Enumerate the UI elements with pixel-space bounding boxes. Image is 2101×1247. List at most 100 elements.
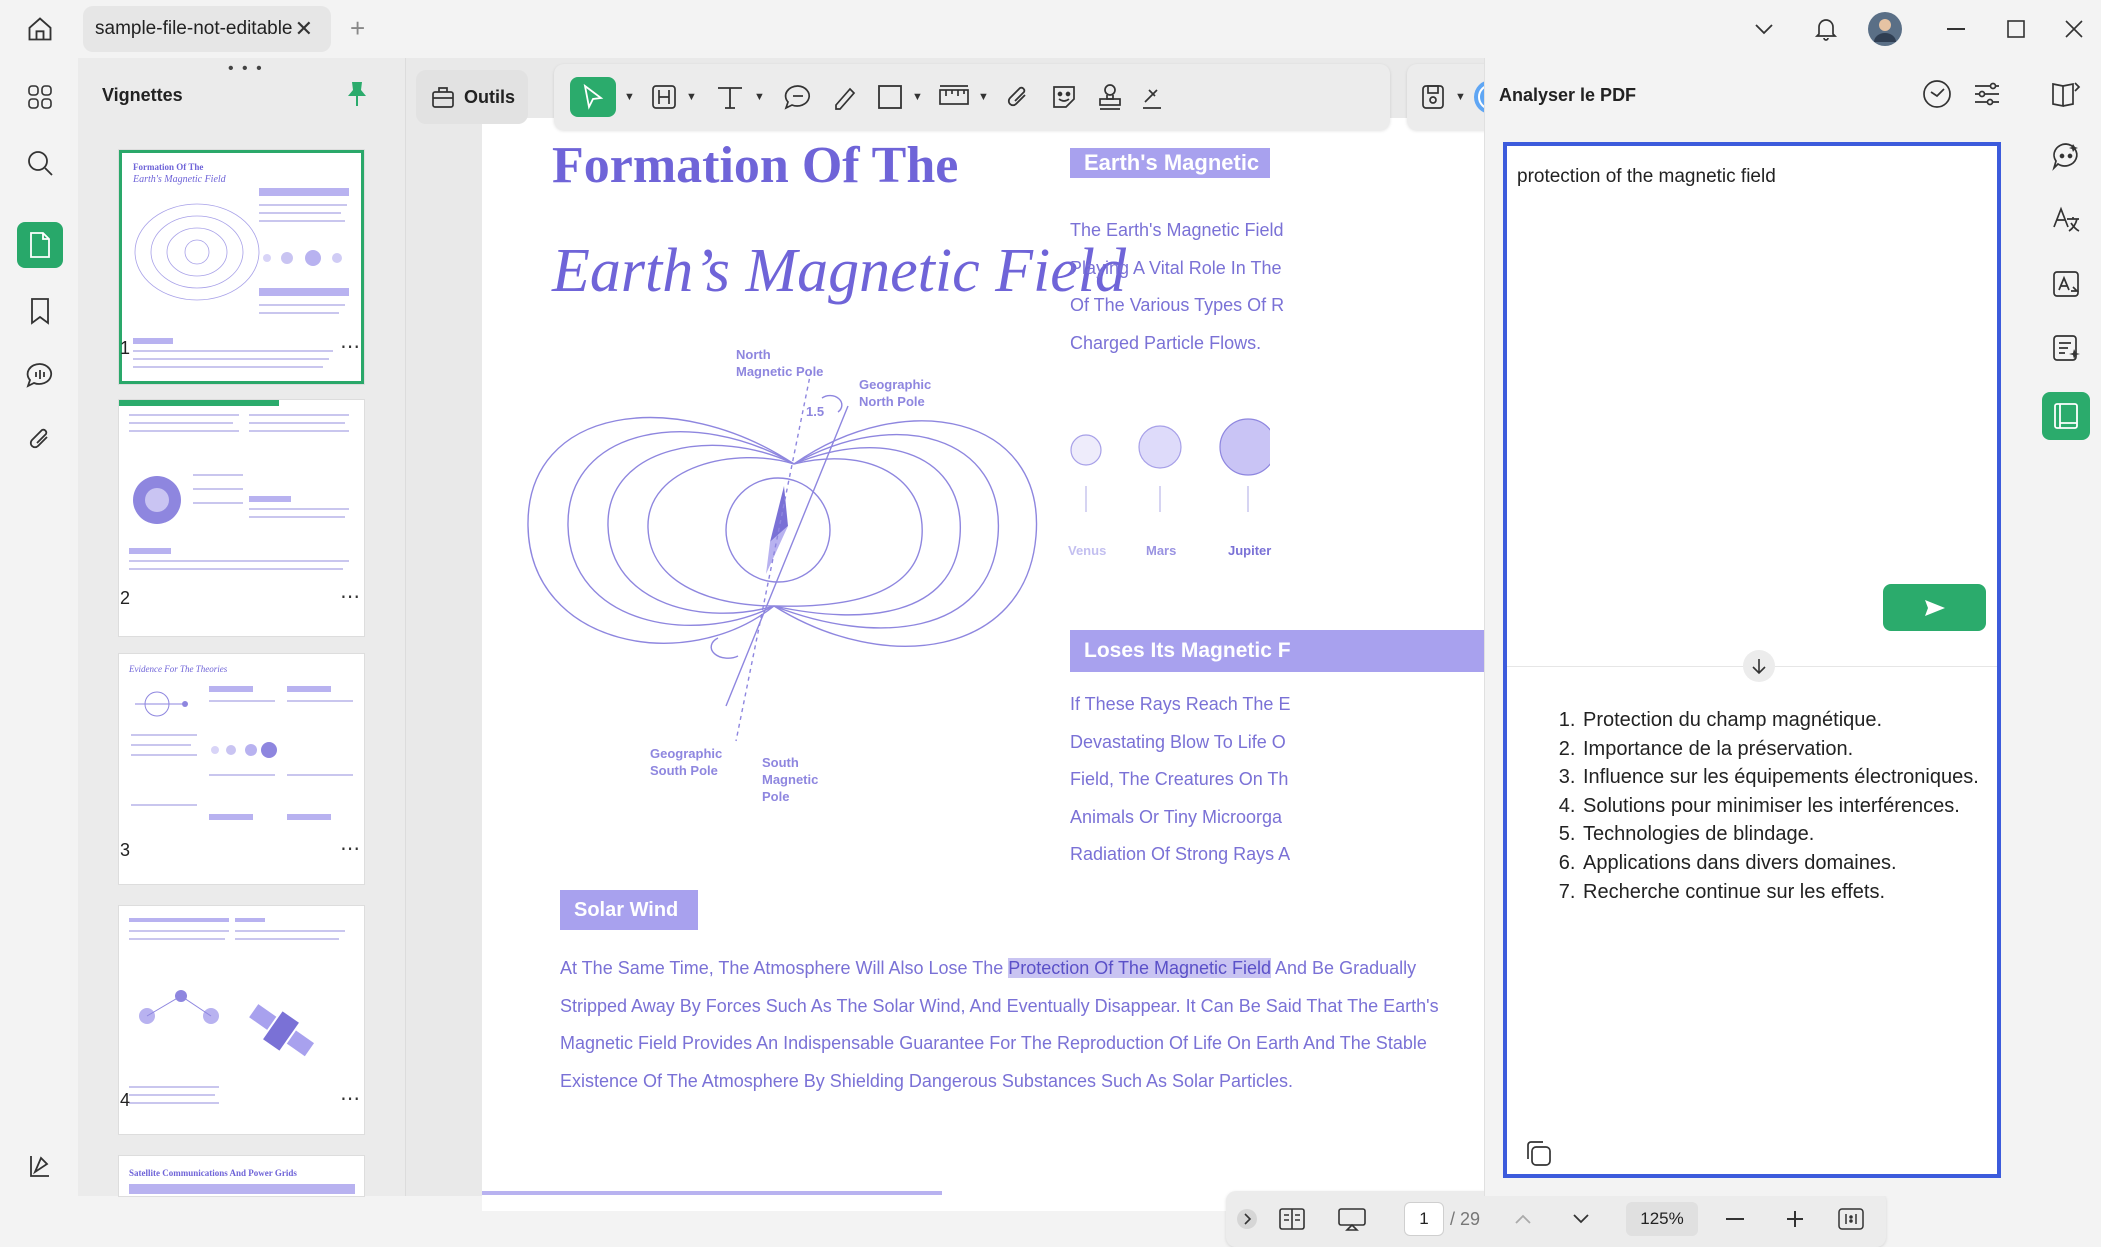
thumbnail-page-3[interactable]: Evidence For The Theories <box>119 654 364 884</box>
thumb-more-icon[interactable]: ⋯ <box>340 334 361 359</box>
highlighted-text[interactable]: Protection Of The Magnetic Field <box>1008 958 1272 978</box>
settings-sliders-icon[interactable] <box>1973 80 2001 113</box>
next-page-icon[interactable] <box>1566 1203 1596 1235</box>
page-heading: Formation Of The <box>552 137 959 194</box>
signature-tool-icon[interactable] <box>1138 77 1166 117</box>
new-tab-button[interactable]: + <box>350 13 365 44</box>
sticker-tool-icon[interactable] <box>1046 77 1082 117</box>
zoom-in-icon[interactable] <box>1780 1203 1810 1235</box>
section-title-solar-wind: Solar Wind <box>560 890 698 930</box>
pages-icon[interactable] <box>17 222 63 268</box>
rectangle-tool-caret[interactable]: ▼ <box>908 77 923 117</box>
comment-icon[interactable] <box>17 352 63 398</box>
result-item: Recherche continue sur les effets. <box>1581 878 1979 907</box>
bell-icon[interactable] <box>1808 12 1844 46</box>
panel-drag-handle[interactable]: • • • <box>228 60 264 78</box>
analysis-box: protection of the magnetic field Protect… <box>1503 142 2001 1178</box>
toolbox-icon <box>432 87 454 108</box>
theme-icon[interactable] <box>17 1142 63 1188</box>
select-tool-icon[interactable] <box>570 77 616 117</box>
left-rail <box>0 58 78 1196</box>
query-input[interactable]: protection of the magnetic field <box>1517 166 1776 188</box>
save-tool-icon[interactable] <box>1415 77 1451 117</box>
planet-label-mars: Mars <box>1146 543 1177 558</box>
thumbnail-page-1[interactable]: Formation Of The Earth's Magnetic Field <box>119 150 364 384</box>
thumb-title: Satellite Communications And Power Grids <box>129 1168 297 1178</box>
text-tool-icon[interactable] <box>710 77 750 117</box>
send-button[interactable] <box>1883 584 1986 631</box>
page-subheading: Earth’s Magnetic Field <box>552 237 1126 305</box>
tools-button[interactable]: Outils <box>416 70 528 124</box>
zoom-level[interactable]: 125% <box>1626 1202 1698 1236</box>
magnetic-field-diagram <box>527 370 1038 742</box>
grid-icon[interactable] <box>17 74 63 120</box>
thumb-page-number: 2 <box>120 588 131 608</box>
previous-page-icon[interactable] <box>1508 1203 1538 1235</box>
thumb-subtitle: Earth's Magnetic Field <box>133 174 226 185</box>
attach-tool-icon[interactable] <box>1000 77 1036 117</box>
panel-title: Analyser le PDF <box>1499 85 1637 105</box>
history-icon[interactable] <box>1921 78 1953 115</box>
title-bar: sample-file-not-editable ✕ + <box>0 0 2101 58</box>
translate-icon[interactable] <box>2042 196 2090 244</box>
collapse-nav-icon[interactable] <box>1234 1203 1260 1235</box>
thumb-title: Formation Of The <box>133 162 204 172</box>
ocr-icon[interactable] <box>2042 260 2090 308</box>
analysis-results: Protection du champ magnétique. Importan… <box>1581 706 1979 906</box>
zoom-out-icon[interactable] <box>1720 1203 1750 1235</box>
actual-size-icon[interactable] <box>1834 1203 1868 1235</box>
planet-label-jupiter: Jupiter <box>1228 543 1272 558</box>
pdf-page: Formation Of The Earth’s Magnetic Field … <box>482 118 1484 1158</box>
highlight-tool-icon[interactable] <box>646 77 682 117</box>
text-tool-caret[interactable]: ▼ <box>750 77 765 117</box>
page-number-input[interactable]: 1 <box>1404 1202 1444 1236</box>
measure-tool-caret[interactable]: ▼ <box>974 77 989 117</box>
save-tool-caret[interactable]: ▼ <box>1451 77 1466 117</box>
comment-tool-icon[interactable] <box>780 77 816 117</box>
result-item: Protection du champ magnétique. <box>1581 706 1979 735</box>
annotation-toolbar: ▼ ▼ ▼ ▼ ▼ <box>554 64 1390 130</box>
thumbnail-page-5[interactable]: Satellite Communications And Power Grids <box>119 1156 364 1196</box>
label-north-magnetic-pole: North Magnetic Pole <box>736 347 824 379</box>
analyze-pdf-panel: Analyser le PDF protection of the magnet… <box>1484 58 2037 1196</box>
thumb-more-icon[interactable]: ⋯ <box>340 584 361 609</box>
solar-wind-paragraph: At The Same Time, The Atmosphere Will Al… <box>560 950 1440 1100</box>
rectangle-tool-icon[interactable] <box>872 77 908 117</box>
search-icon[interactable] <box>17 140 63 186</box>
result-item: Solutions pour minimiser les interférenc… <box>1581 792 1979 821</box>
analyze-pdf-icon[interactable] <box>2042 392 2090 440</box>
thumbnail-page-4[interactable] <box>119 906 364 1134</box>
text-run: At The Same Time, The Atmosphere Will Al… <box>560 958 1009 978</box>
ai-chat-icon[interactable] <box>2042 132 2090 180</box>
stamp-tool-icon[interactable] <box>1092 77 1128 117</box>
copy-icon[interactable] <box>1523 1138 1553 1173</box>
presentation-icon[interactable] <box>1332 1203 1372 1235</box>
ai-summary-icon[interactable] <box>2042 324 2090 372</box>
avatar[interactable] <box>1866 12 1904 46</box>
bookmark-icon[interactable] <box>17 288 63 334</box>
pin-icon[interactable] <box>346 80 368 113</box>
page-layout-icon[interactable] <box>1274 1203 1310 1235</box>
scroll-down-button[interactable] <box>1743 650 1775 682</box>
home-icon[interactable] <box>22 12 58 46</box>
thumb-more-icon[interactable]: ⋯ <box>340 836 361 861</box>
result-item: Importance de la préservation. <box>1581 735 1979 764</box>
minimize-icon[interactable] <box>1940 12 1972 46</box>
tab-close-icon[interactable]: ✕ <box>295 16 313 42</box>
section-paragraph-2: If These Rays Reach The E Devastating Bl… <box>1070 694 1291 864</box>
attachment-icon[interactable] <box>17 416 63 462</box>
measure-tool-icon[interactable] <box>934 77 974 117</box>
thumb-more-icon[interactable]: ⋯ <box>340 1086 361 1111</box>
document-area: Formation Of The Earth’s Magnetic Field … <box>406 58 1886 1247</box>
close-window-icon[interactable] <box>2058 12 2090 46</box>
select-tool-caret[interactable]: ▼ <box>620 77 635 117</box>
highlight-tool-caret[interactable]: ▼ <box>682 77 697 117</box>
chevron-down-icon[interactable] <box>1748 12 1780 46</box>
reader-mode-icon[interactable] <box>2042 70 2090 118</box>
maximize-icon[interactable] <box>2000 12 2032 46</box>
document-tab[interactable]: sample-file-not-editable ✕ <box>83 6 331 52</box>
result-item: Applications dans divers domaines. <box>1581 849 1979 878</box>
thumbnail-page-2[interactable] <box>119 400 364 636</box>
pencil-tool-icon[interactable] <box>826 77 862 117</box>
label-geographic-north-pole: Geographic North Pole <box>859 377 932 409</box>
